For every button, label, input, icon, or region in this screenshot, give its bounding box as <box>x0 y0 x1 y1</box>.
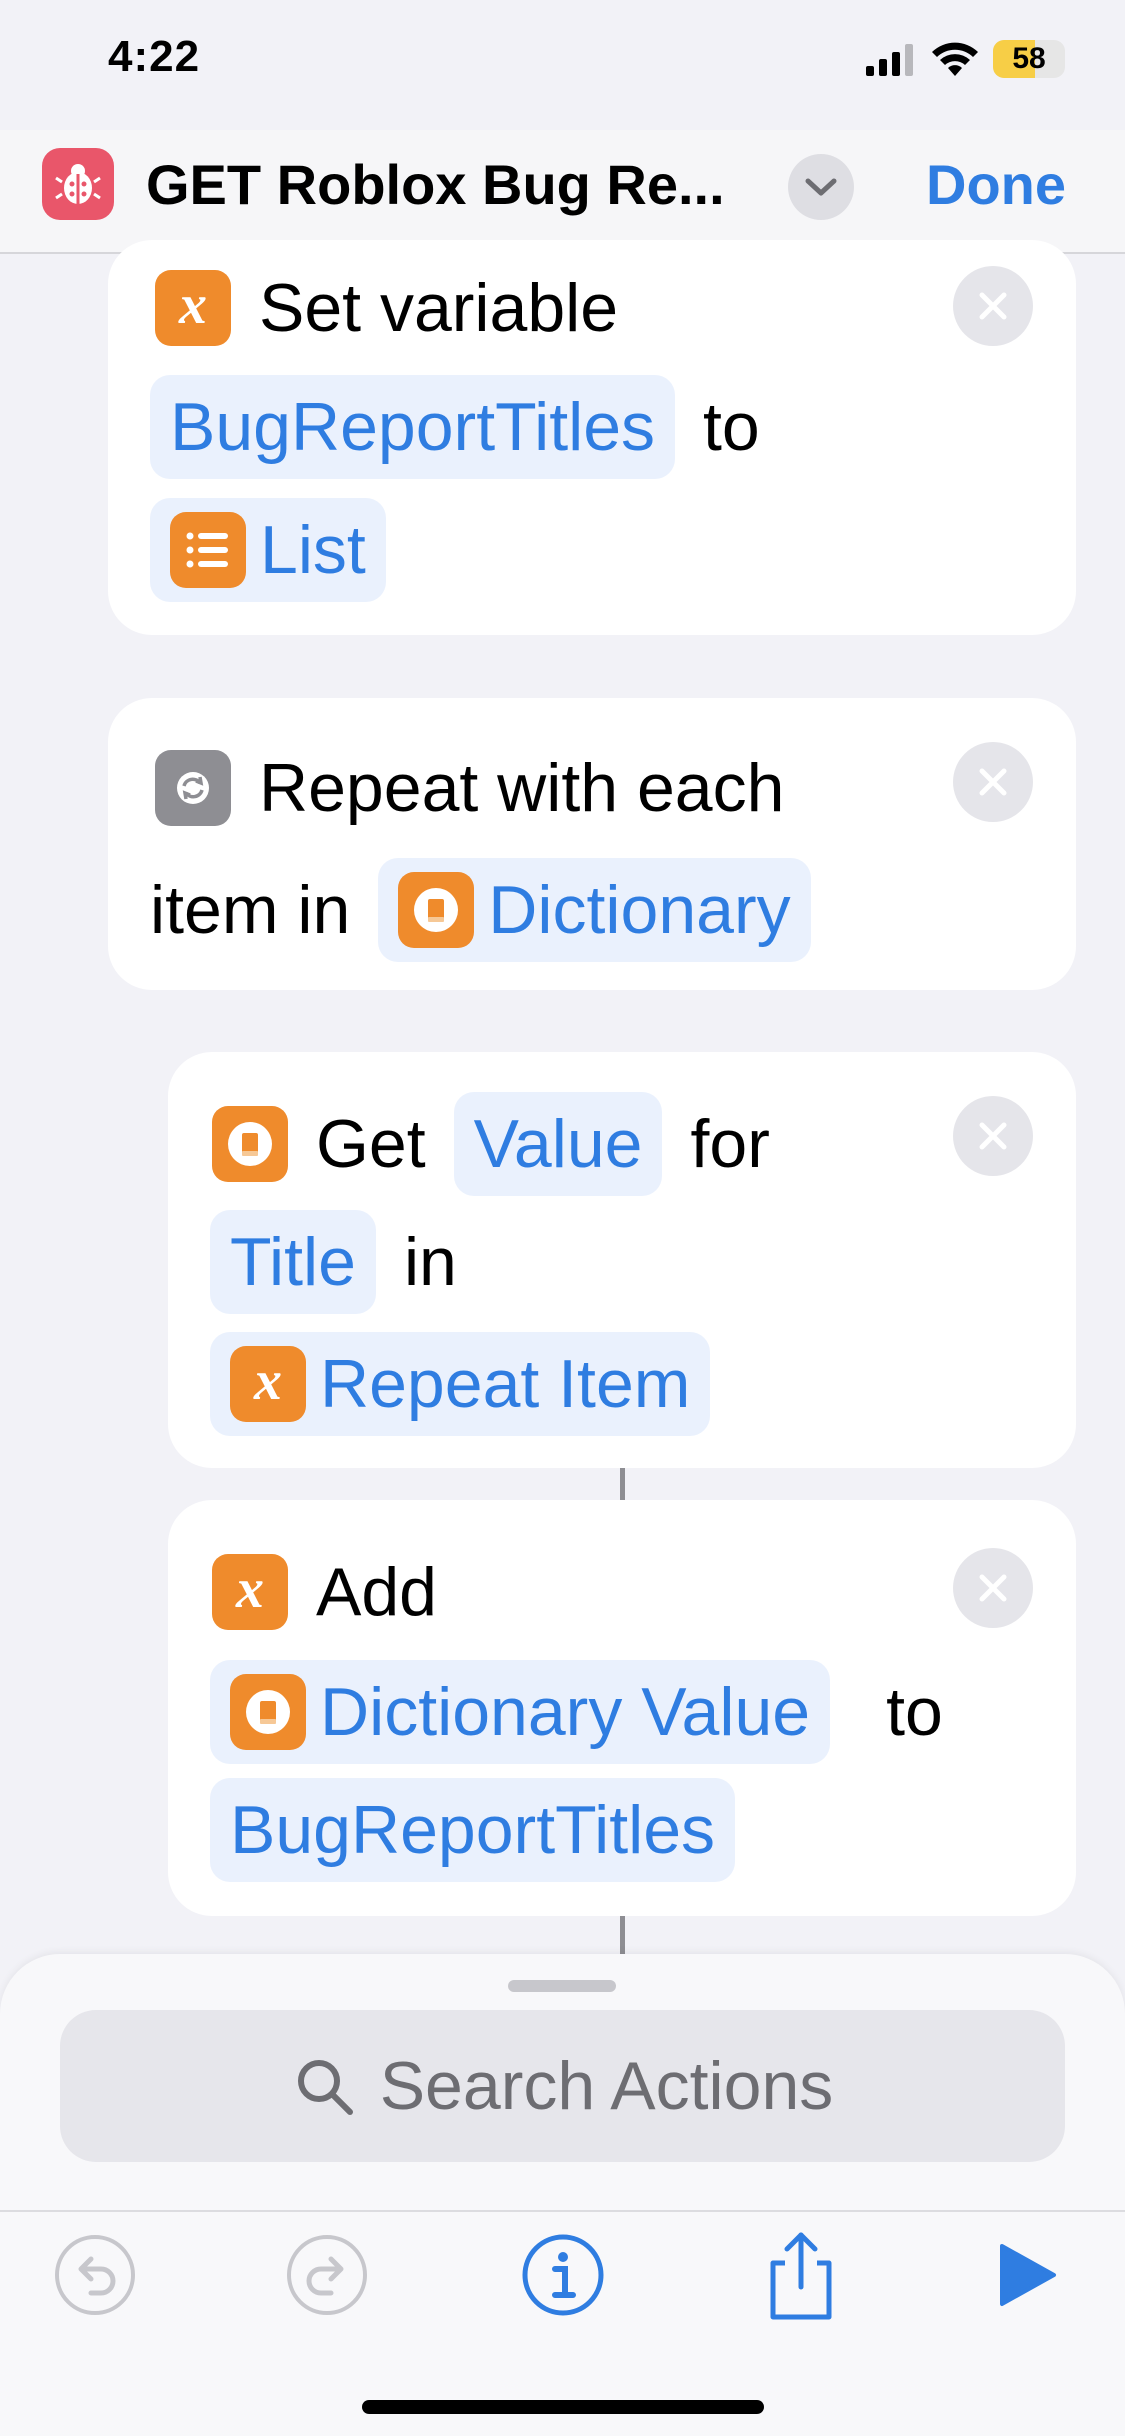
action-get-dictionary-value[interactable]: Get Value for Title in x Repeat Item <box>168 1052 1076 1468</box>
flow-connector <box>620 1468 625 1500</box>
home-indicator <box>362 2400 764 2414</box>
shortcut-title[interactable]: GET Roblox Bug Re... <box>146 152 725 217</box>
remove-action-button[interactable] <box>953 1096 1033 1176</box>
repeat-icon <box>155 750 231 826</box>
list-icon <box>170 512 246 588</box>
action-connector-text: item in <box>150 872 351 948</box>
title-menu-button[interactable] <box>788 154 854 220</box>
action-verb: Add <box>316 1554 437 1630</box>
value-token[interactable]: Dictionary <box>378 858 811 962</box>
battery-level: 58 <box>1012 42 1046 75</box>
action-connector-text: in <box>403 1224 457 1300</box>
close-icon <box>979 1574 1007 1602</box>
battery-indicator: 58 <box>993 40 1065 78</box>
action-verb: Set variable <box>259 270 619 346</box>
dictionary-icon <box>212 1106 288 1182</box>
remove-action-button[interactable] <box>953 266 1033 346</box>
run-button[interactable] <box>980 2230 1070 2320</box>
wifi-icon <box>932 42 978 76</box>
status-bar: 4:22 58 <box>0 0 1125 130</box>
navigation-bar: GET Roblox Bug Re... Done <box>0 130 1125 254</box>
info-button[interactable] <box>518 2230 608 2320</box>
close-icon <box>979 292 1007 320</box>
cellular-signal-icon <box>866 44 913 76</box>
search-input[interactable]: Search Actions <box>60 2010 1065 2162</box>
variable-x-icon: x <box>212 1554 288 1630</box>
ladybug-icon[interactable] <box>42 148 114 220</box>
dictionary-icon <box>230 1674 306 1750</box>
action-add-to-variable[interactable]: x Add Dictionary Value to BugReportTitle… <box>168 1500 1076 1916</box>
share-icon <box>770 2232 832 2320</box>
play-icon <box>1000 2244 1056 2306</box>
action-verb: Repeat with each <box>259 750 785 826</box>
undo-button[interactable] <box>50 2230 140 2320</box>
flow-connector <box>620 1916 625 1956</box>
close-icon <box>979 768 1007 796</box>
value-token[interactable]: Dictionary Value <box>210 1660 831 1764</box>
remove-action-button[interactable] <box>953 742 1033 822</box>
remove-action-button[interactable] <box>953 1548 1033 1628</box>
search-placeholder: Search Actions <box>379 2048 834 2124</box>
action-verb: Get <box>316 1106 426 1182</box>
variable-x-icon: x <box>155 270 231 346</box>
action-set-variable[interactable]: x Set variable BugReportTitles to List <box>108 240 1076 635</box>
status-time: 4:22 <box>108 32 201 81</box>
action-connector-text: to <box>703 389 760 465</box>
redo-icon <box>287 2235 367 2315</box>
done-button[interactable]: Done <box>926 152 1066 217</box>
variable-name-token[interactable]: BugReportTitles <box>210 1778 736 1882</box>
chevron-down-icon <box>805 178 837 196</box>
variable-name-token[interactable]: BugReportTitles <box>150 375 676 479</box>
redo-button[interactable] <box>282 2230 372 2320</box>
search-icon <box>297 2060 353 2115</box>
action-repeat-with-each[interactable]: Repeat with each item in Dictionary <box>108 698 1076 990</box>
key-token[interactable]: Title <box>210 1210 376 1314</box>
dictionary-icon <box>398 872 475 948</box>
toolbar-divider <box>0 2210 1125 2212</box>
undo-icon <box>55 2235 135 2315</box>
actions-bottom-sheet: Search Actions <box>0 1954 1125 2436</box>
value-token[interactable]: x Repeat Item <box>210 1332 711 1436</box>
variable-x-icon: x <box>230 1346 306 1422</box>
parameter-token[interactable]: Value <box>453 1092 663 1196</box>
action-connector-text: for <box>690 1106 770 1182</box>
sheet-grabber[interactable] <box>508 1980 616 1992</box>
close-icon <box>979 1122 1007 1150</box>
info-icon <box>522 2234 604 2316</box>
value-token[interactable]: List <box>150 498 386 602</box>
share-button[interactable] <box>756 2230 846 2320</box>
action-connector-text: to <box>886 1674 943 1750</box>
